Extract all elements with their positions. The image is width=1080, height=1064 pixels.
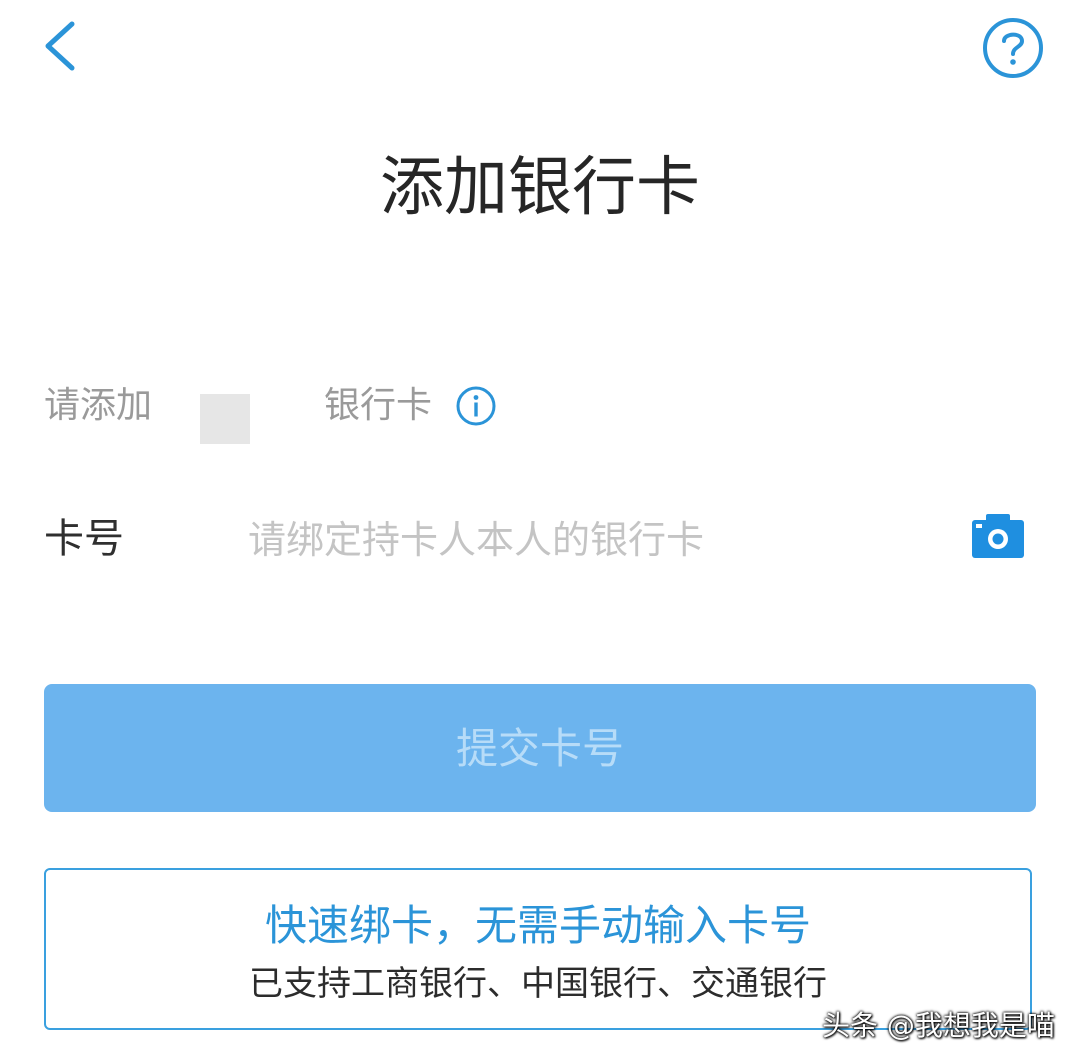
hint-text-start: 请添加 xyxy=(44,385,153,426)
scan-card-button[interactable] xyxy=(970,512,1026,560)
watermark: 头条 @我想我是喵 xyxy=(822,1009,1055,1042)
chevron-left-icon xyxy=(45,21,75,71)
info-circle-icon xyxy=(456,386,496,426)
help-button[interactable] xyxy=(980,15,1046,81)
camera-icon xyxy=(972,514,1024,558)
info-button[interactable] xyxy=(454,384,498,428)
supported-banks-text: 已支持工商银行、中国银行、交通银行 xyxy=(249,964,827,1004)
hint-text-end: 银行卡 xyxy=(324,385,433,426)
redaction-box xyxy=(200,394,250,444)
question-circle-icon xyxy=(983,18,1043,78)
back-button[interactable] xyxy=(30,14,94,78)
page-title: 添加银行卡 xyxy=(380,151,700,225)
submit-card-button[interactable]: 提交卡号 xyxy=(44,684,1036,812)
card-number-row: 卡号 xyxy=(44,506,1034,576)
bank-card-hint: 请添加 银行卡 xyxy=(44,378,564,444)
card-number-input[interactable] xyxy=(248,508,928,572)
quick-bind-title: 快速绑卡，无需手动输入卡号 xyxy=(264,901,811,950)
card-number-label: 卡号 xyxy=(44,516,124,562)
